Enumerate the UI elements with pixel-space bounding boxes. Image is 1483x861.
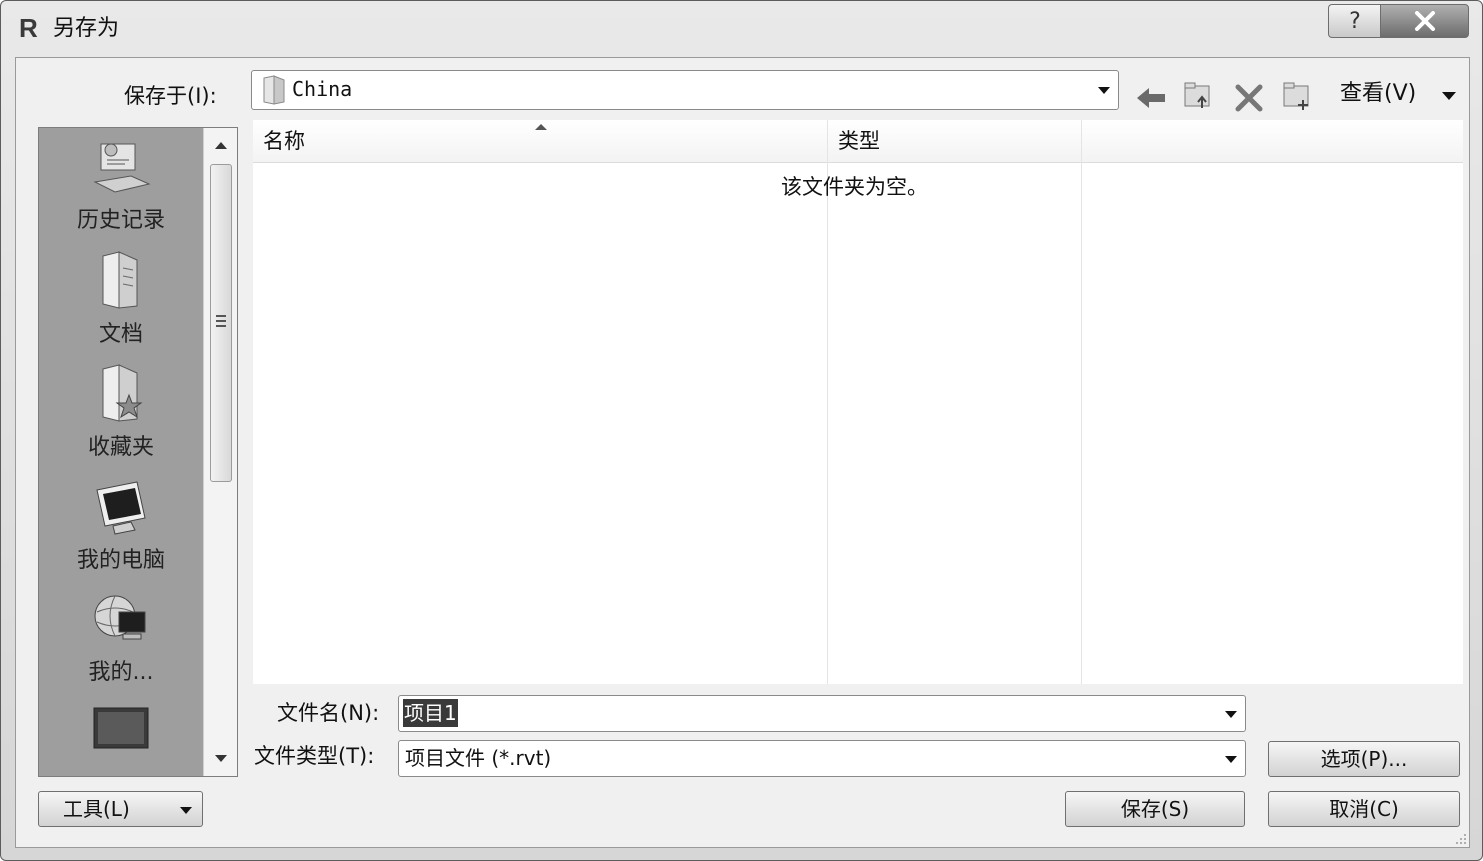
back-arrow-icon bbox=[1137, 88, 1165, 108]
save-in-value: China bbox=[292, 77, 353, 101]
save-button[interactable]: 保存(S) bbox=[1065, 791, 1245, 827]
filename-value[interactable]: 项目1 bbox=[403, 699, 458, 727]
scroll-up-icon[interactable] bbox=[215, 142, 227, 149]
place-label: 历史记录 bbox=[76, 208, 165, 233]
tools-button-label: 工具(L) bbox=[63, 797, 130, 821]
folder-icon bbox=[263, 75, 285, 105]
column-divider bbox=[1081, 120, 1082, 684]
delete-button[interactable] bbox=[1233, 82, 1265, 114]
filetype-dropdown[interactable]: 项目文件 (*.rvt) bbox=[398, 740, 1246, 777]
cancel-button[interactable]: 取消(C) bbox=[1268, 791, 1460, 827]
place-network[interactable]: 我的... bbox=[39, 588, 203, 688]
dialog-body: 保存于(I): China 查看(V) 历史记录 文档 收藏夹 我的电脑 我的.… bbox=[15, 57, 1470, 848]
column-header-empty bbox=[1081, 120, 1463, 163]
dialog-title: 另存为 bbox=[53, 16, 120, 41]
desktop-icon bbox=[93, 707, 149, 749]
save-in-label: 保存于(I): bbox=[124, 84, 217, 108]
new-folder-button[interactable] bbox=[1281, 80, 1313, 112]
place-label: 文档 bbox=[98, 322, 143, 347]
place-history[interactable]: 历史记录 bbox=[39, 136, 203, 236]
title-bar: R 另存为 ? bbox=[1, 1, 1482, 57]
new-folder-icon bbox=[1283, 82, 1309, 110]
documents-folder-icon bbox=[102, 251, 138, 309]
close-button[interactable] bbox=[1380, 4, 1469, 38]
save-in-dropdown[interactable]: China bbox=[251, 70, 1119, 110]
column-divider bbox=[827, 120, 828, 684]
places-bar: 历史记录 文档 收藏夹 我的电脑 我的... bbox=[38, 127, 238, 777]
delete-x-icon bbox=[1235, 84, 1263, 112]
tools-button[interactable]: 工具(L) bbox=[38, 791, 203, 827]
filetype-label: 文件类型(T): bbox=[254, 744, 375, 768]
place-desktop[interactable] bbox=[39, 700, 203, 762]
place-my-computer[interactable]: 我的电脑 bbox=[39, 476, 203, 576]
save-as-dialog: R 另存为 ? 保存于(I): China 查看(V) 历史记录 文档 收藏夹 … bbox=[0, 0, 1483, 861]
resize-grip-icon[interactable] bbox=[1453, 831, 1467, 845]
history-icon bbox=[93, 143, 151, 193]
empty-folder-message: 该文件夹为空。 bbox=[781, 175, 928, 199]
favorites-folder-icon bbox=[102, 364, 143, 422]
column-header-type[interactable]: 类型 bbox=[827, 120, 1081, 163]
file-list[interactable]: 名称 类型 该文件夹为空。 bbox=[253, 120, 1463, 684]
place-label: 收藏夹 bbox=[87, 435, 154, 460]
view-menu-dropdown-icon[interactable] bbox=[1442, 92, 1456, 100]
revit-app-icon: R bbox=[19, 13, 38, 43]
places-scrollbar[interactable] bbox=[203, 128, 237, 776]
help-icon: ? bbox=[1349, 8, 1361, 34]
chevron-down-icon[interactable] bbox=[1098, 87, 1110, 94]
options-button[interactable]: 选项(P)... bbox=[1268, 741, 1460, 777]
place-documents[interactable]: 文档 bbox=[39, 250, 203, 350]
sort-ascending-icon bbox=[535, 124, 547, 130]
chevron-down-icon[interactable] bbox=[1225, 755, 1237, 763]
scroll-down-icon[interactable] bbox=[215, 755, 227, 762]
chevron-down-icon[interactable] bbox=[1225, 710, 1237, 718]
up-folder-button[interactable] bbox=[1182, 80, 1214, 112]
computer-icon bbox=[96, 481, 146, 535]
help-button[interactable]: ? bbox=[1328, 4, 1381, 38]
network-icon bbox=[94, 595, 146, 640]
place-favorites[interactable]: 收藏夹 bbox=[39, 363, 203, 463]
close-icon bbox=[1414, 11, 1435, 31]
place-label: 我的电脑 bbox=[76, 548, 165, 573]
view-menu-label[interactable]: 查看(V) bbox=[1340, 80, 1416, 108]
filetype-value: 项目文件 (*.rvt) bbox=[405, 746, 552, 770]
scrollbar-thumb[interactable] bbox=[210, 164, 232, 482]
chevron-down-icon bbox=[180, 807, 192, 814]
place-label: 我的... bbox=[88, 660, 154, 685]
filename-label: 文件名(N): bbox=[277, 701, 380, 725]
filename-field[interactable]: 项目1 bbox=[398, 695, 1246, 732]
up-folder-icon bbox=[1184, 82, 1210, 108]
back-button[interactable] bbox=[1135, 82, 1167, 114]
